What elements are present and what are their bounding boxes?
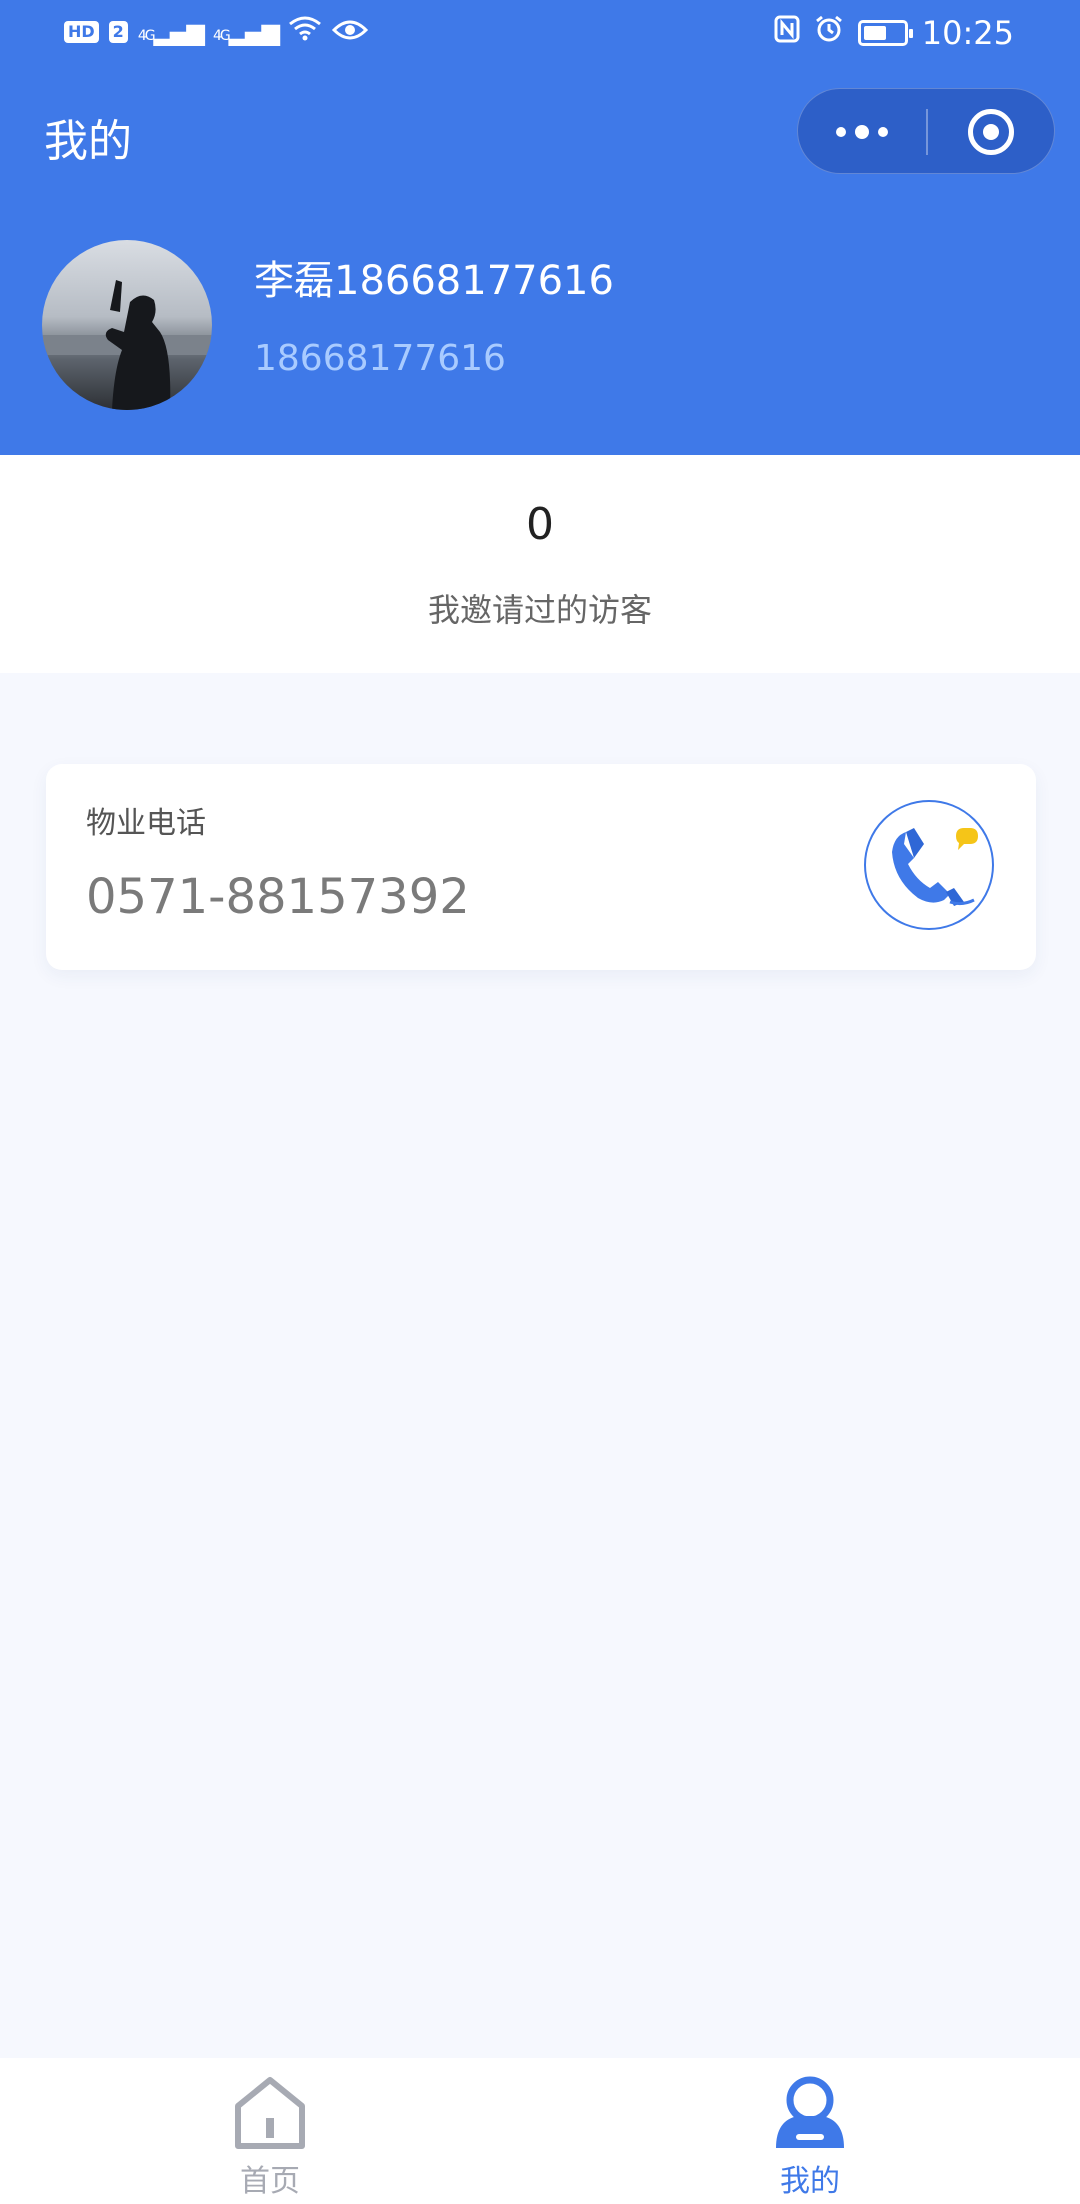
more-dots-icon[interactable]: [798, 89, 926, 175]
status-right: 10:25: [774, 14, 1014, 52]
sim-badge: 2: [108, 21, 128, 43]
visitor-count: 0: [526, 499, 554, 550]
signal-icon: 4G▂▄▆: [137, 18, 205, 46]
hd-badge: HD: [64, 21, 99, 43]
tab-home-label: 首页: [240, 2164, 300, 2199]
visitor-count-label: 我邀请过的访客: [427, 591, 652, 629]
property-phone-label: 物业电话: [86, 806, 206, 841]
home-icon: [230, 2072, 310, 2152]
wifi-icon: [288, 14, 322, 50]
property-phone-number[interactable]: 0571-88157392: [86, 869, 470, 925]
tab-me[interactable]: 我的: [540, 2058, 1080, 2204]
signal-icon: 4G▂▄▆: [212, 18, 280, 46]
target-close-icon[interactable]: [968, 109, 1014, 155]
user-icon: [770, 2072, 850, 2152]
alarm-icon: [814, 14, 844, 52]
header-bar: HD 2 4G▂▄▆ 4G▂▄▆ 10:25 我的 李磊18668177616 …: [0, 0, 1080, 455]
battery-icon: [857, 20, 913, 46]
visitor-stats[interactable]: 0 我邀请过的访客: [0, 455, 1080, 673]
property-phone-card: 物业电话 0571-88157392: [46, 764, 1036, 970]
nfc-icon: [774, 15, 800, 51]
tab-home[interactable]: 首页: [0, 2058, 540, 2204]
phone-call-icon[interactable]: [864, 800, 994, 930]
status-bar: HD 2 4G▂▄▆ 4G▂▄▆ 10:25: [0, 0, 1080, 66]
user-name: 李磊18668177616: [254, 258, 614, 304]
status-time: 10:25: [921, 14, 1014, 52]
user-phone: 18668177616: [254, 338, 506, 379]
page-title: 我的: [44, 116, 132, 167]
eye-icon: [331, 15, 369, 50]
mini-program-capsule: [797, 88, 1055, 174]
status-left: HD 2 4G▂▄▆ 4G▂▄▆: [64, 14, 369, 50]
capsule-divider: [926, 109, 928, 155]
avatar[interactable]: [42, 240, 212, 410]
tab-me-label: 我的: [780, 2164, 840, 2199]
tab-bar: 首页 我的: [0, 2058, 1080, 2204]
